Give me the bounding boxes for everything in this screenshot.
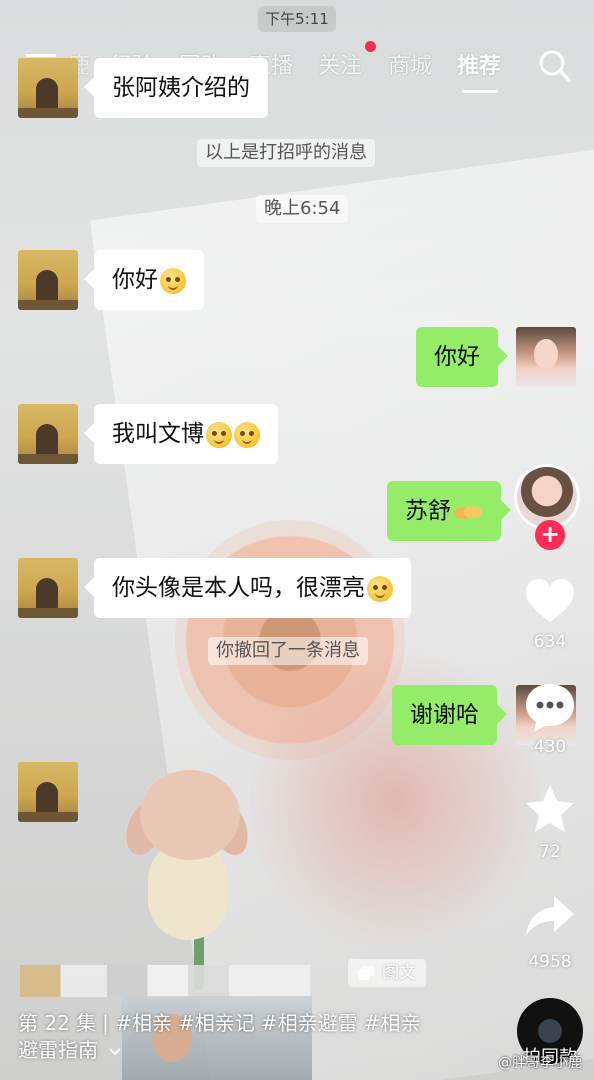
message-bubble: 苏舒 — [387, 481, 501, 541]
avatar[interactable] — [18, 58, 78, 118]
avatar[interactable] — [18, 762, 78, 822]
heart-icon[interactable] — [522, 574, 578, 630]
smile-emoji — [234, 421, 260, 448]
share-icon[interactable] — [522, 890, 578, 946]
album-icon — [358, 966, 374, 980]
favorite-count: 72 — [539, 842, 561, 862]
message-timestamp: 晚上6:54 — [256, 195, 349, 223]
star-icon[interactable] — [522, 782, 578, 838]
avatar[interactable] — [18, 558, 78, 618]
caption-second-line: 避雷指南 — [18, 1038, 98, 1062]
tab-following[interactable]: 关注 — [318, 48, 362, 80]
message-bubble: 我叫文博 — [94, 404, 278, 464]
avatar[interactable] — [516, 327, 576, 387]
smile-emoji — [206, 421, 232, 448]
comment-icon[interactable] — [522, 680, 578, 736]
system-notice: 以上是打招呼的消息 — [197, 139, 375, 167]
message-bubble: 谢谢哈 — [392, 685, 497, 745]
avatar[interactable] — [18, 250, 78, 310]
hashtag[interactable]: #相亲记 — [178, 1011, 255, 1035]
active-tab-indicator — [462, 90, 498, 93]
video-caption[interactable]: 第 22 集 | #相亲 #相亲记 #相亲避雷 #相亲 避雷指南 — [18, 1010, 468, 1064]
smile-emoji — [160, 267, 186, 294]
tab-mall[interactable]: 商城 — [388, 48, 432, 80]
handshake-emoji — [454, 505, 482, 519]
hashtag[interactable]: #相亲 — [115, 1011, 172, 1035]
message-bubble: 张阿姨介绍的 — [94, 58, 268, 118]
plush-toy-head — [140, 770, 240, 860]
hashtag[interactable]: #相亲 — [364, 1011, 421, 1035]
tab-recommend[interactable]: 推荐 — [457, 48, 501, 80]
avatar[interactable] — [18, 404, 78, 464]
watermark: @胖哥李小鹿 — [498, 1055, 582, 1071]
message-bubble: 你头像是本人吗，很漂亮 — [94, 558, 411, 618]
message-bubble: 你好 — [94, 250, 204, 310]
status-time: 下午5:11 — [258, 6, 336, 32]
follow-button[interactable]: + — [535, 520, 565, 550]
smile-emoji — [367, 575, 393, 602]
chevron-down-icon[interactable] — [108, 1047, 122, 1057]
share-count: 4958 — [528, 952, 572, 972]
episode-label: 第 22 集 — [18, 1011, 97, 1035]
notification-dot — [365, 41, 376, 52]
message-bubble: 你好 — [416, 327, 498, 387]
comment-count: 430 — [533, 737, 567, 757]
like-count: 634 — [533, 632, 567, 652]
search-icon[interactable] — [535, 46, 575, 86]
hashtag[interactable]: #相亲避雷 — [261, 1011, 358, 1035]
mosaic-blur — [20, 965, 310, 997]
system-notice: 你撤回了一条消息 — [208, 637, 368, 665]
